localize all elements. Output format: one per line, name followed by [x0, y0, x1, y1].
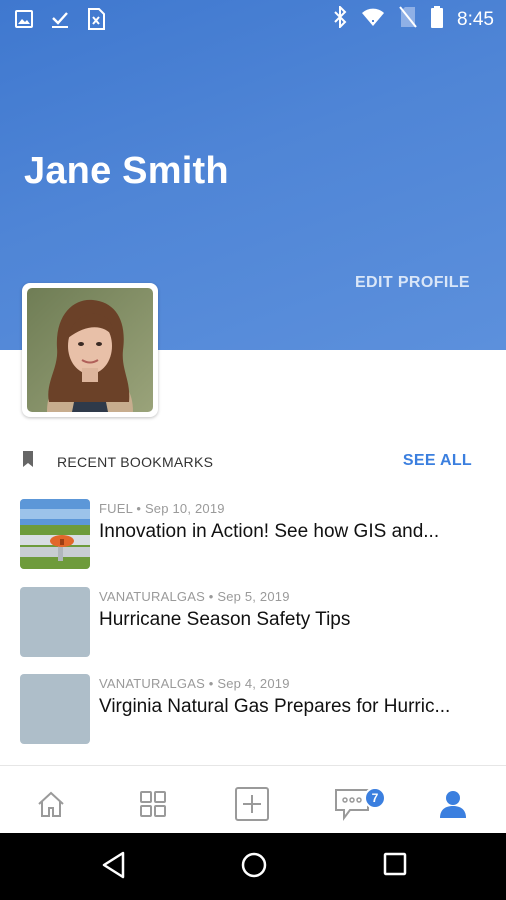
profile-icon[interactable] [433, 784, 473, 824]
status-time: 8:45 [457, 8, 494, 30]
no-sim-icon [399, 6, 417, 33]
bookmark-source: VANATURALGAS [99, 589, 205, 604]
bookmark-thumbnail [20, 499, 90, 569]
grid-icon[interactable] [133, 784, 173, 824]
recents-icon[interactable] [382, 851, 408, 884]
bluetooth-icon [333, 4, 347, 33]
status-bar: 8:45 [0, 0, 506, 38]
bottom-tab-bar: 7 [0, 765, 506, 833]
bookmark-thumbnail [20, 674, 90, 744]
file-x-icon [86, 8, 106, 35]
checkmark-download-icon [50, 9, 70, 34]
bookmark-item[interactable]: VANATURALGAS • Sep 4, 2019 Virginia Natu… [20, 674, 490, 744]
bookmark-source: VANATURALGAS [99, 676, 205, 691]
system-nav-bar [0, 833, 506, 900]
section-title: RECENT BOOKMARKS [57, 454, 214, 470]
bookmark-date: Sep 4, 2019 [217, 676, 290, 691]
bookmark-meta: VANATURALGAS • Sep 5, 2019 [99, 589, 290, 604]
see-all-link[interactable]: SEE ALL [403, 452, 472, 470]
bookmark-item[interactable]: VANATURALGAS • Sep 5, 2019 Hurricane Sea… [20, 587, 490, 657]
messages-badge: 7 [364, 787, 386, 809]
add-icon[interactable] [232, 784, 272, 824]
image-icon [14, 9, 34, 34]
bookmark-item[interactable]: FUEL • Sep 10, 2019 Innovation in Action… [20, 499, 490, 569]
avatar-photo [27, 288, 153, 412]
wifi-icon [361, 7, 385, 32]
bookmark-title: Innovation in Action! See how GIS and... [99, 521, 440, 542]
bookmark-icon [22, 451, 34, 472]
bookmark-thumbnail [20, 587, 90, 657]
home-icon[interactable] [31, 784, 71, 824]
bookmark-date: Sep 10, 2019 [144, 501, 225, 516]
bookmark-title: Hurricane Season Safety Tips [99, 609, 351, 630]
bookmark-date: Sep 5, 2019 [217, 589, 290, 604]
edit-profile-button[interactable]: EDIT PROFILE [355, 274, 470, 292]
back-icon[interactable] [101, 851, 127, 884]
bookmark-meta: FUEL • Sep 10, 2019 [99, 501, 225, 516]
bookmark-title: Virginia Natural Gas Prepares for Hurric… [99, 696, 451, 717]
bookmark-source: FUEL [99, 501, 133, 516]
home-circle-icon[interactable] [240, 851, 268, 884]
recent-bookmarks-header: RECENT BOOKMARKS SEE ALL [0, 446, 506, 476]
battery-icon [431, 6, 444, 33]
bookmark-meta: VANATURALGAS • Sep 4, 2019 [99, 676, 290, 691]
profile-name: Jane Smith [24, 150, 229, 192]
avatar[interactable] [22, 283, 158, 417]
